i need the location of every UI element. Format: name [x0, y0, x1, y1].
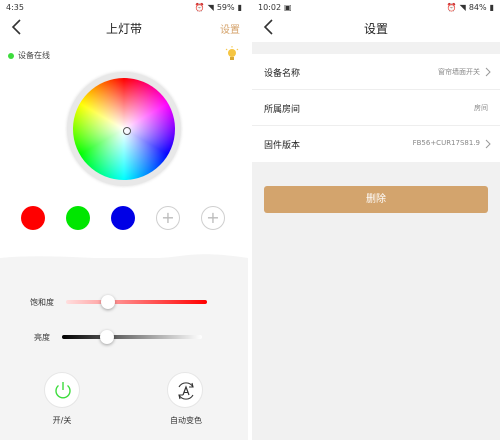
preset-color-green[interactable] — [66, 206, 90, 230]
status-time: 10:02 — [258, 3, 282, 12]
battery-icon: ▮ — [237, 3, 242, 12]
brightness-label: 亮度 — [34, 333, 50, 342]
color-wheel[interactable] — [73, 78, 175, 180]
settings-screen: 10:02 ▣ ⏰ ◥ 84% ▮ 设置 设备名称 窗帘墙面开关 所属房间 房间… — [252, 0, 500, 440]
control-panel: 饱和度 亮度 开/关 自动变色 — [0, 254, 248, 440]
power-button[interactable] — [44, 372, 80, 408]
chevron-right-icon — [485, 139, 491, 149]
settings-row-device-name[interactable]: 设备名称 窗帘墙面开关 — [252, 54, 500, 90]
add-preset-button[interactable]: + — [201, 206, 225, 230]
row-value: FB56+CUR17S81.9 — [412, 139, 480, 147]
online-status-label: 设备在线 — [18, 51, 50, 60]
row-label: 固件版本 — [264, 141, 301, 151]
saturation-slider-thumb[interactable] — [101, 295, 116, 309]
page-title: 设置 — [363, 22, 388, 36]
wave-divider — [0, 254, 248, 264]
auto-color-icon — [178, 382, 194, 400]
light-bulb-icon — [225, 46, 239, 60]
battery-icon: ▮ — [489, 3, 494, 12]
light-control-screen: 4:35 ⏰ ◥ 59% ▮ 上灯带 设置 设备在线 + + 饱和度 亮度 开/… — [0, 0, 248, 440]
settings-row-firmware[interactable]: 固件版本 FB56+CUR17S81.9 — [252, 126, 500, 162]
delete-button[interactable]: 删除 — [264, 186, 488, 213]
row-label: 所属房间 — [264, 105, 301, 115]
status-bar: 10:02 ▣ ⏰ ◥ 84% ▮ — [252, 0, 500, 14]
add-preset-button[interactable]: + — [156, 206, 180, 230]
status-bar: 4:35 ⏰ ◥ 59% ▮ — [0, 0, 248, 14]
chevron-right-icon — [485, 67, 491, 77]
settings-link[interactable]: 设置 — [220, 21, 240, 36]
saturation-slider-track[interactable] — [66, 300, 207, 304]
online-dot-icon — [8, 52, 14, 59]
auto-color-label: 自动变色 — [170, 416, 202, 425]
alarm-icon: ⏰ — [194, 3, 205, 12]
online-status: 设备在线 — [8, 50, 50, 61]
signal-icon: ◥ — [207, 3, 214, 12]
brightness-slider-track[interactable] — [62, 335, 202, 339]
status-time: 4:35 — [6, 3, 24, 12]
battery-level: 59% — [216, 3, 235, 12]
power-icon — [55, 382, 71, 399]
row-label: 设备名称 — [264, 69, 301, 79]
preset-color-red[interactable] — [21, 206, 45, 230]
page-title: 上灯带 — [105, 22, 142, 36]
row-value: 窗帘墙面开关 — [438, 68, 480, 76]
nav-bar: 上灯带 设置 — [0, 14, 248, 42]
power-label: 开/关 — [52, 416, 72, 425]
auto-color-button[interactable] — [167, 372, 203, 408]
brightness-slider-thumb[interactable] — [99, 330, 114, 344]
settings-row-room[interactable]: 所属房间 房间 — [252, 90, 500, 126]
preset-color-blue[interactable] — [111, 206, 135, 230]
color-picker-handle[interactable] — [123, 127, 131, 135]
color-wheel-frame — [67, 72, 181, 186]
settings-list: 设备名称 窗帘墙面开关 所属房间 房间 固件版本 FB56+CUR17S81.9 — [252, 54, 500, 162]
alarm-icon: ⏰ — [446, 3, 457, 12]
row-value: 房间 — [474, 104, 488, 112]
nav-bar: 设置 — [252, 14, 500, 42]
saturation-label: 饱和度 — [30, 298, 54, 307]
battery-level: 84% — [468, 3, 487, 12]
image-notification-icon: ▣ — [284, 3, 292, 12]
signal-icon: ◥ — [459, 3, 466, 12]
